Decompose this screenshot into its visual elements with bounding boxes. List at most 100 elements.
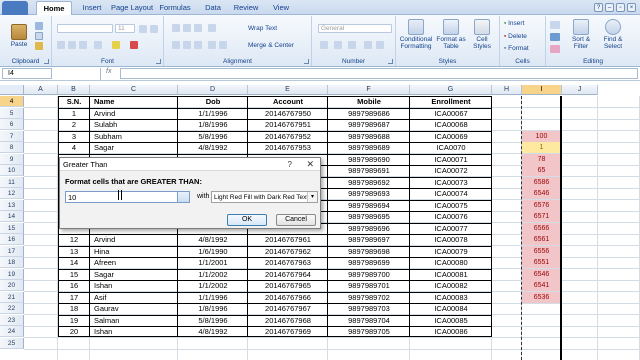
table-cell[interactable]: Sagar — [90, 142, 178, 153]
paste-button[interactable]: Paste — [8, 24, 30, 48]
chevron-down-icon[interactable]: ▾ — [307, 192, 317, 202]
row-header-9[interactable]: 9 — [0, 153, 24, 165]
tab-page-layout[interactable]: Page Layout — [110, 1, 154, 15]
insert-cells-button[interactable]: ▪ Insert — [504, 20, 544, 27]
table-cell[interactable]: 9897989703 — [328, 303, 410, 314]
table-cell[interactable]: 20146767962 — [248, 246, 328, 257]
table-cell[interactable]: 17 — [58, 292, 90, 303]
column-header-f[interactable]: F — [328, 85, 410, 95]
table-cell[interactable]: ICA00079 — [410, 246, 492, 257]
currency-icon[interactable] — [320, 41, 328, 49]
column-header-a[interactable]: A — [24, 85, 58, 95]
table-cell[interactable]: 9897989687 — [328, 119, 410, 130]
row-header-6[interactable]: 6 — [0, 119, 24, 130]
dialog-close-icon[interactable]: ✕ — [306, 158, 314, 171]
row-header-7[interactable]: 7 — [0, 130, 24, 142]
table-cell[interactable]: 15 — [58, 269, 90, 280]
cell-styles-button[interactable]: Cell Styles — [468, 19, 496, 50]
table-cell[interactable]: 9897989704 — [328, 315, 410, 326]
table-header-enrollment[interactable]: Enrollment — [410, 96, 492, 107]
column-header-c[interactable]: C — [90, 85, 178, 95]
fill-color-icon[interactable] — [112, 41, 120, 49]
table-cell[interactable]: Afreen — [90, 257, 178, 268]
fx-icon[interactable]: fx — [106, 68, 111, 75]
font-size-select[interactable]: 11 — [115, 24, 135, 33]
alignment-launcher-icon[interactable] — [304, 59, 309, 64]
table-cell[interactable]: 20146767966 — [248, 292, 328, 303]
table-cell[interactable]: ICA00080 — [410, 257, 492, 268]
decrease-decimal-icon[interactable] — [376, 41, 384, 49]
table-header-name[interactable]: Name — [90, 96, 178, 107]
row-header-24[interactable]: 24 — [0, 326, 24, 337]
table-cell[interactable]: 20146767964 — [248, 269, 328, 280]
table-cell[interactable]: Arvind — [90, 234, 178, 245]
copy-icon[interactable] — [35, 32, 43, 40]
table-cell[interactable]: 9897989700 — [328, 269, 410, 280]
table-cell[interactable]: ICA00073 — [410, 177, 492, 188]
table-cell[interactable]: Gaurav — [90, 303, 178, 314]
table-cell[interactable]: 3 — [58, 131, 90, 142]
row-header-20[interactable]: 20 — [0, 280, 24, 291]
comma-icon[interactable] — [348, 41, 356, 49]
table-cell[interactable]: ICA00074 — [410, 188, 492, 199]
table-cell[interactable]: 18 — [58, 303, 90, 314]
row-header-18[interactable]: 18 — [0, 257, 24, 268]
table-header-sn[interactable]: S.N. — [58, 96, 90, 107]
row-header-15[interactable]: 15 — [0, 222, 24, 234]
underline-icon[interactable] — [79, 41, 87, 49]
table-cell[interactable]: 5/8/1996 — [178, 315, 248, 326]
table-cell[interactable]: 1/8/1996 — [178, 303, 248, 314]
format-cells-button[interactable]: ▪ Format — [504, 45, 544, 52]
close-icon[interactable]: × — [627, 3, 636, 12]
fill-icon[interactable] — [550, 33, 560, 41]
clear-icon[interactable] — [550, 45, 560, 53]
cancel-button[interactable]: Cancel — [276, 214, 316, 226]
table-cell[interactable]: ICA00082 — [410, 280, 492, 291]
orientation-icon[interactable] — [208, 24, 216, 32]
column-header-e[interactable]: E — [248, 85, 328, 95]
table-cell[interactable]: 16 — [58, 280, 90, 291]
select-all-corner[interactable] — [0, 85, 24, 95]
table-cell[interactable]: Asif — [90, 292, 178, 303]
table-cell[interactable]: ICA00075 — [410, 200, 492, 211]
conditional-formatting-button[interactable]: Conditional Formatting — [398, 19, 434, 50]
format-as-table-button[interactable]: Format as Table — [436, 19, 466, 50]
table-cell[interactable]: 2 — [58, 119, 90, 130]
row-header-10[interactable]: 10 — [0, 165, 24, 176]
office-button[interactable] — [2, 1, 28, 15]
table-cell[interactable]: 20146767968 — [248, 315, 328, 326]
row-header-23[interactable]: 23 — [0, 314, 24, 326]
row-header-17[interactable]: 17 — [0, 245, 24, 257]
tab-insert[interactable]: Insert — [74, 1, 110, 15]
align-bottom-icon[interactable] — [194, 24, 202, 32]
table-cell[interactable]: 9897989690 — [328, 154, 410, 165]
row-header-8[interactable]: 8 — [0, 142, 24, 153]
table-cell[interactable]: ICA00072 — [410, 165, 492, 176]
table-cell[interactable]: ICA00069 — [410, 131, 492, 142]
align-right-icon[interactable] — [194, 41, 202, 49]
align-center-icon[interactable] — [183, 41, 191, 49]
table-cell[interactable]: 1/8/1996 — [178, 119, 248, 130]
decrease-indent-icon[interactable] — [208, 41, 216, 49]
table-cell[interactable]: ICA00077 — [410, 223, 492, 234]
table-cell[interactable]: ICA00068 — [410, 119, 492, 130]
table-cell[interactable]: 4/8/1992 — [178, 326, 248, 337]
table-cell[interactable]: 20146767953 — [248, 142, 328, 153]
increase-decimal-icon[interactable] — [364, 41, 372, 49]
table-cell[interactable]: 20146767969 — [248, 326, 328, 337]
table-cell[interactable]: 20146767950 — [248, 108, 328, 119]
table-cell[interactable]: Sagar — [90, 269, 178, 280]
delete-cells-button[interactable]: ▪ Delete — [504, 33, 544, 40]
table-cell[interactable]: 1/1/1996 — [178, 108, 248, 119]
merge-center-button[interactable]: Merge & Center — [248, 42, 310, 49]
row-header-5[interactable]: 5 — [0, 107, 24, 119]
column-header-b[interactable]: B — [58, 85, 90, 95]
borders-icon[interactable] — [94, 41, 102, 49]
ok-button[interactable]: OK — [227, 214, 267, 226]
format-painter-icon[interactable] — [35, 42, 43, 50]
align-top-icon[interactable] — [172, 24, 180, 32]
minimize-icon[interactable]: – — [605, 3, 614, 12]
table-cell[interactable]: ICA00078 — [410, 234, 492, 245]
number-format-select[interactable]: General — [318, 24, 392, 33]
row-header-21[interactable]: 21 — [0, 291, 24, 303]
